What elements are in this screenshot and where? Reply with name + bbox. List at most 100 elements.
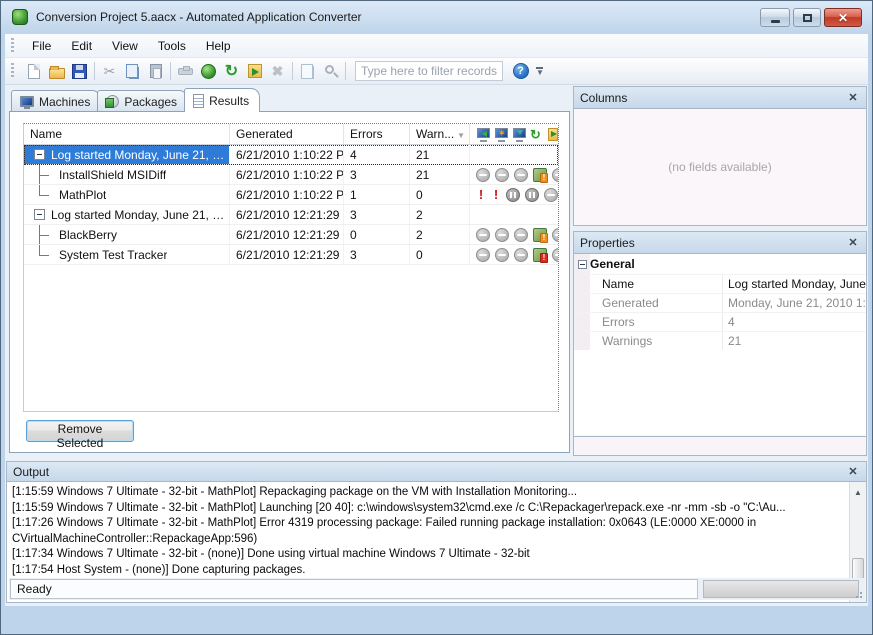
property-row-warnings[interactable]: Warnings 21 [574, 331, 866, 350]
machine-build-icon: ✶ [494, 127, 510, 142]
toolbar-separator [170, 62, 171, 80]
progress-indicator [703, 580, 859, 598]
minimize-button[interactable] [760, 8, 790, 27]
property-row-errors[interactable]: Errors 4 [574, 312, 866, 331]
close-icon[interactable]: ✕ [846, 465, 860, 479]
remove-selected-button[interactable]: Remove Selected [26, 420, 134, 442]
row-name: Log started Monday, June 21, 201... [51, 148, 229, 162]
table-row-log-1[interactable]: Log started Monday, June 21, 201... 6/21… [24, 145, 558, 165]
output-line: [1:15:59 Windows 7 Ultimate - 32-bit - M… [12, 485, 846, 501]
property-category-general[interactable]: General [574, 254, 866, 274]
menu-edit[interactable]: Edit [61, 36, 102, 56]
column-header-generated[interactable]: Generated [230, 124, 344, 144]
open-folder-icon [49, 68, 65, 79]
property-row-name[interactable]: Name Log started Monday, June [574, 274, 866, 293]
property-label: Generated [590, 294, 722, 312]
tab-results[interactable]: Results [184, 88, 260, 112]
monitor-icon [20, 96, 34, 107]
window-title: Conversion Project 5.aacx - Automated Ap… [36, 10, 362, 24]
toolbar-grip[interactable] [11, 63, 14, 79]
connect-button[interactable] [174, 60, 197, 83]
menu-file[interactable]: File [22, 36, 61, 56]
output-panel-header[interactable]: Output ✕ [7, 462, 866, 482]
tab-packages[interactable]: Packages [97, 90, 188, 112]
output-line: [1:17:34 Windows 7 Ultimate - 32-bit - (… [12, 547, 846, 563]
no-fields-text: (no fields available) [668, 160, 771, 174]
title-bar[interactable]: Conversion Project 5.aacx - Automated Ap… [1, 1, 872, 33]
columns-panel-header[interactable]: Columns ✕ [574, 87, 866, 109]
column-header-name[interactable]: Name [24, 124, 230, 144]
stop-button[interactable]: ✖ [266, 60, 289, 83]
help-button[interactable]: ? [509, 60, 532, 83]
category-gutter [574, 254, 590, 274]
status-text: Ready [10, 579, 698, 599]
collapse-icon[interactable] [34, 149, 45, 160]
table-row-blackberry[interactable]: BlackBerry 6/21/2010 12:21:29 ... 0 2 ! [24, 225, 558, 245]
menubar-grip[interactable] [11, 38, 14, 54]
menu-help[interactable]: Help [196, 36, 241, 56]
save-button[interactable] [68, 60, 91, 83]
close-icon[interactable]: ✕ [846, 236, 860, 250]
properties-panel-header[interactable]: Properties ✕ [574, 232, 866, 254]
virtual-machine-button[interactable] [197, 60, 220, 83]
new-document-button[interactable] [22, 60, 45, 83]
property-value[interactable]: Monday, June 21, 2010 1:10 [722, 294, 866, 312]
filter-dropdown-icon[interactable]: ▼ [457, 131, 465, 140]
table-row-log-2[interactable]: Log started Monday, June 21, 201... 6/21… [24, 205, 558, 225]
column-header-errors[interactable]: Errors [344, 124, 410, 144]
row-status-icons [470, 145, 558, 164]
filter-input[interactable] [355, 61, 503, 81]
status-minus-icon [514, 168, 528, 182]
package-error-icon: ! [533, 248, 547, 262]
open-button[interactable] [45, 60, 68, 83]
toolbar-overflow-button[interactable]: ▼ [536, 67, 544, 75]
collapse-icon[interactable] [34, 209, 45, 220]
status-minus-icon [552, 248, 558, 262]
category-label: General [590, 257, 635, 271]
export-package-button[interactable] [243, 60, 266, 83]
row-status-icons: ! [470, 165, 558, 184]
table-row-installshield[interactable]: InstallShield MSIDiff 6/21/2010 1:10:22 … [24, 165, 558, 185]
help-icon: ? [513, 63, 529, 79]
tree-branch-icon [35, 245, 59, 264]
properties-panel: Properties ✕ General Name Log started Mo… [573, 231, 867, 456]
app-window: Conversion Project 5.aacx - Automated Ap… [0, 0, 873, 635]
close-button[interactable]: ✕ [824, 8, 862, 27]
error-exclamation-icon: ! [491, 188, 501, 202]
output-line: [1:15:59 Windows 7 Ultimate - 32-bit - M… [12, 501, 846, 517]
status-pause-icon [506, 188, 520, 202]
table-row-system-test-tracker[interactable]: System Test Tracker 6/21/2010 12:21:29 .… [24, 245, 558, 265]
menu-tools[interactable]: Tools [148, 36, 196, 56]
property-row-generated[interactable]: Generated Monday, June 21, 2010 1:10 [574, 293, 866, 312]
status-minus-icon [476, 168, 490, 182]
copy-button[interactable] [121, 60, 144, 83]
row-warnings: 0 [410, 185, 470, 204]
property-value[interactable]: Log started Monday, June [722, 275, 866, 293]
row-errors: 1 [344, 185, 410, 204]
column-header-icons[interactable]: ✶ ↻ [470, 124, 558, 144]
tab-label: Packages [124, 95, 177, 109]
table-row-mathplot[interactable]: MathPlot 6/21/2010 1:10:22 PM 1 0 ! ! [24, 185, 558, 205]
row-errors: 4 [344, 145, 410, 164]
tab-machines[interactable]: Machines [11, 90, 101, 112]
row-warnings: 2 [410, 225, 470, 244]
refresh-button[interactable]: ↻ [220, 60, 243, 83]
status-minus-icon [552, 228, 558, 242]
report-button[interactable] [296, 60, 319, 83]
property-value[interactable]: 4 [722, 313, 866, 331]
cut-button[interactable]: ✂ [98, 60, 121, 83]
resize-grip-icon[interactable] [852, 588, 862, 598]
results-table: Name Generated Errors Warn...▼ ✶ ↻ Log s… [23, 123, 559, 412]
collapse-icon[interactable] [578, 260, 587, 269]
search-button[interactable] [319, 60, 342, 83]
close-icon[interactable]: ✕ [846, 91, 860, 105]
row-status-icons [470, 205, 558, 224]
row-generated: 6/21/2010 1:10:22 PM [230, 145, 344, 164]
menu-view[interactable]: View [102, 36, 148, 56]
scroll-up-icon[interactable]: ▲ [850, 484, 866, 500]
row-gutter [574, 275, 590, 293]
paste-button[interactable] [144, 60, 167, 83]
maximize-button[interactable] [793, 8, 821, 27]
property-value[interactable]: 21 [722, 332, 866, 350]
column-header-warnings[interactable]: Warn...▼ [410, 124, 470, 144]
